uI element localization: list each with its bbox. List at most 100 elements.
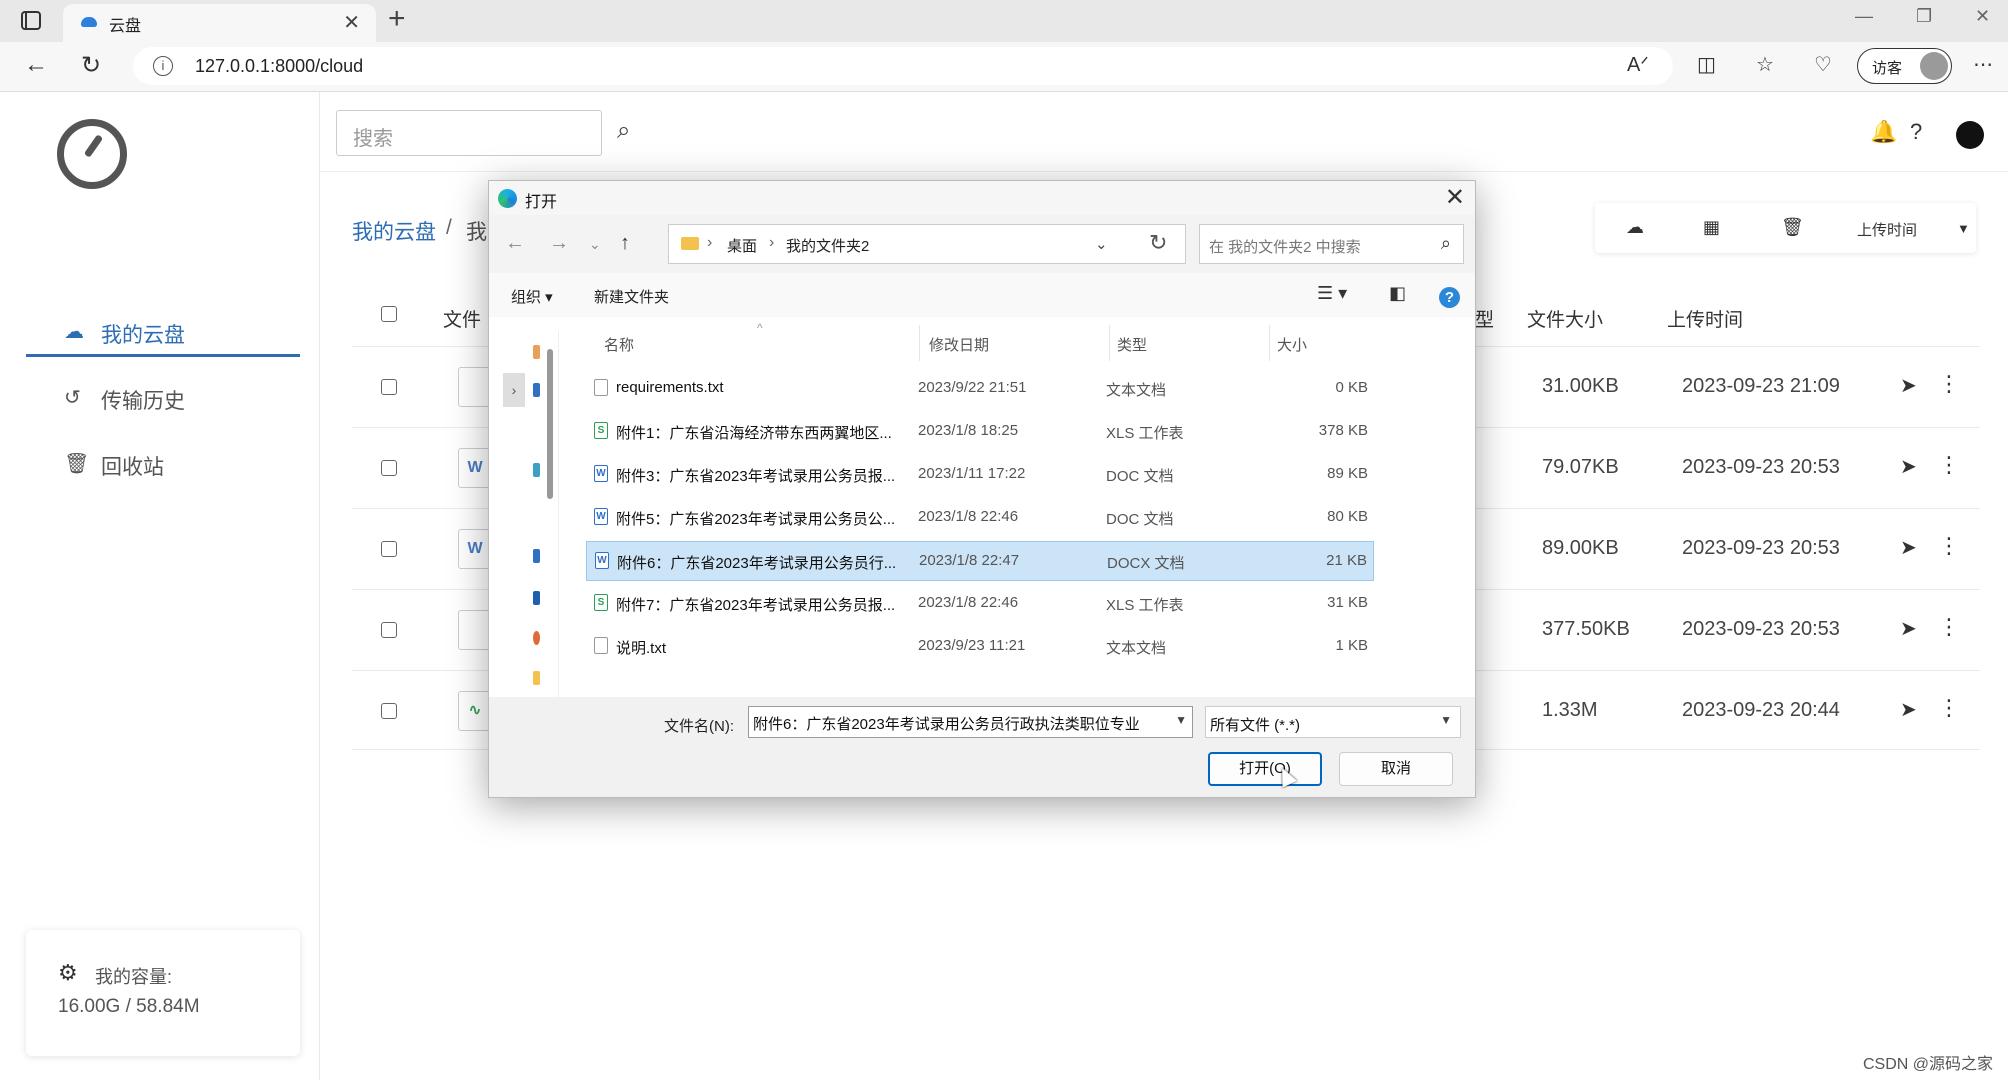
column-header-size[interactable]: 大小 — [1277, 334, 1307, 355]
breadcrumb-root[interactable]: 我的云盘 — [352, 216, 436, 246]
up-folder-icon[interactable]: ↑ — [620, 232, 630, 255]
column-header-name: 文件 — [443, 310, 482, 331]
gauge-logo-icon — [57, 119, 127, 189]
restore-icon[interactable]: ❐ — [1916, 6, 1932, 27]
share-send-icon[interactable]: ➤ — [1900, 616, 1917, 641]
refresh-icon[interactable]: ↻ — [1149, 230, 1167, 256]
path-dropdown-icon[interactable]: ⌄ — [1095, 235, 1108, 253]
new-tab-icon[interactable]: + — [388, 2, 406, 36]
column-divider[interactable] — [1109, 325, 1110, 361]
filename-input[interactable]: 附件6：广东省2023年考试录用公务员行政执法类职位专业 ▼ — [748, 706, 1193, 738]
organize-button[interactable]: 组织 ▾ — [511, 286, 553, 307]
file-list-item[interactable]: S 附件1：广东省沿海经济带东西两翼地区... 2023/1/8 18:25 X… — [586, 412, 1374, 452]
grid-view-icon[interactable]: ▦ — [1703, 217, 1720, 238]
caret-down-icon[interactable]: ▼ — [1957, 221, 1970, 236]
dialog-close-icon[interactable]: ✕ — [1445, 183, 1465, 212]
more-vertical-icon[interactable]: ⋮ — [1938, 452, 1960, 478]
column-divider[interactable] — [1269, 325, 1270, 361]
watermark: CSDN @源码之家 — [1862, 1056, 1993, 1073]
open-button[interactable]: 打开(O) — [1208, 752, 1322, 786]
row-checkbox[interactable] — [381, 703, 397, 719]
select-all-checkbox[interactable] — [381, 306, 397, 322]
browser-essentials-icon[interactable]: ♡ — [1814, 52, 1832, 77]
dialog-back-icon[interactable]: ← — [505, 232, 525, 255]
split-screen-icon[interactable]: ◫ — [1697, 52, 1716, 77]
dialog-forward-icon[interactable]: → — [549, 232, 569, 255]
view-options-icon[interactable]: ☰ ▾ — [1317, 283, 1347, 304]
row-checkbox[interactable] — [381, 622, 397, 638]
delete-icon[interactable]: 🗑 — [1781, 217, 1804, 238]
path-breadcrumb[interactable]: › 桌面 › 我的文件夹2 ⌄ ↻ — [668, 224, 1186, 264]
image-icon: ∿ — [458, 691, 492, 731]
row-time: 2023-09-23 20:53 — [1682, 456, 1840, 478]
expand-chevron-icon[interactable]: › — [503, 373, 525, 407]
file-icon — [458, 367, 492, 407]
share-send-icon[interactable]: ➤ — [1900, 373, 1917, 398]
breadcrumb-current[interactable]: 我 — [466, 216, 487, 246]
more-vertical-icon[interactable]: ⋮ — [1938, 371, 1960, 397]
more-vertical-icon[interactable]: ⋮ — [1938, 614, 1960, 640]
tab-close-icon[interactable]: ✕ — [343, 10, 360, 35]
path-segment[interactable]: 桌面 — [727, 235, 757, 256]
bell-icon[interactable]: 🔔 — [1870, 119, 1897, 145]
cancel-button[interactable]: 取消 — [1339, 752, 1453, 786]
search-icon[interactable]: ⌕ — [617, 117, 630, 145]
more-vertical-icon[interactable]: ⋮ — [1938, 695, 1960, 721]
tab-actions-icon[interactable] — [21, 11, 41, 30]
dialog-search-input[interactable]: 在 我的文件夹2 中搜索 ⌕ — [1199, 224, 1464, 264]
chevron-down-icon[interactable]: ▼ — [1175, 713, 1187, 727]
dialog-title: 打开 — [525, 194, 558, 211]
column-header-name[interactable]: 名称 — [604, 334, 634, 355]
sidebar-item-recycle-bin[interactable]: 🗑 回收站 — [26, 439, 300, 489]
file-date: 2023/9/23 11:21 — [918, 637, 1026, 654]
help-icon[interactable]: ? — [1439, 287, 1460, 308]
share-send-icon[interactable]: ➤ — [1900, 535, 1917, 560]
file-date: 2023/1/8 22:46 — [918, 508, 1019, 525]
sidebar-item-transfer-history[interactable]: ↺ 传输历史 — [26, 373, 300, 423]
file-list-item-selected[interactable]: W 附件6：广东省2023年考试录用公务员行... 2023/1/8 22:47… — [586, 541, 1374, 581]
more-vertical-icon[interactable]: ⋮ — [1938, 533, 1960, 559]
window-close-icon[interactable]: ✕ — [1975, 6, 1990, 27]
site-info-icon[interactable]: i — [153, 56, 173, 76]
file-list-item[interactable]: S 附件7：广东省2023年考试录用公务员报... 2023/1/8 22:46… — [586, 584, 1374, 624]
row-checkbox[interactable] — [381, 541, 397, 557]
sort-select[interactable]: 上传时间 — [1857, 219, 1917, 240]
navigation-scrollbar[interactable] — [547, 349, 553, 499]
sidebar-item-my-cloud[interactable]: ☁ 我的云盘 — [26, 307, 300, 357]
open-file-dialog: 打开 ✕ ← → ⌄ ↑ › 桌面 › 我的文件夹2 ⌄ ↻ 在 我的文件夹2 … — [488, 180, 1476, 798]
file-size: 31 KB — [1327, 594, 1368, 611]
profile-button[interactable]: 访客 — [1857, 48, 1952, 84]
filetype-select[interactable]: 所有文件 (*.*) ▼ — [1205, 706, 1461, 738]
file-type: DOC 文档 — [1106, 511, 1174, 528]
share-send-icon[interactable]: ➤ — [1900, 454, 1917, 479]
reload-icon[interactable]: ↻ — [81, 51, 101, 80]
preview-pane-icon[interactable]: ◧ — [1389, 283, 1406, 304]
column-divider[interactable] — [919, 325, 920, 361]
url-field[interactable]: i 127.0.0.1:8000/cloud — [133, 47, 1673, 85]
user-icon[interactable] — [1956, 121, 1984, 149]
row-checkbox[interactable] — [381, 379, 397, 395]
more-menu-icon[interactable]: ⋯ — [1973, 52, 1993, 77]
chevron-down-icon[interactable]: ▼ — [1440, 713, 1452, 727]
help-icon[interactable]: ? — [1910, 119, 1922, 145]
share-send-icon[interactable]: ➤ — [1900, 697, 1917, 722]
read-aloud-icon[interactable]: Aᐟ — [1627, 52, 1649, 77]
file-list-item[interactable]: W 附件5：广东省2023年考试录用公务员公... 2023/1/8 22:46… — [586, 498, 1374, 538]
search-input[interactable]: 搜索 — [336, 110, 602, 156]
file-name: 附件7：广东省2023年考试录用公务员报... — [616, 597, 896, 614]
new-folder-button[interactable]: 新建文件夹 — [594, 286, 669, 307]
file-size: 0 KB — [1335, 379, 1368, 396]
path-segment[interactable]: 我的文件夹2 — [786, 235, 869, 256]
back-icon[interactable]: ← — [24, 51, 48, 79]
file-list-item[interactable]: 说明.txt 2023/9/23 11:21 文本文档 1 KB — [586, 627, 1374, 667]
recent-locations-icon[interactable]: ⌄ — [589, 236, 601, 253]
minimize-icon[interactable]: — — [1855, 6, 1873, 27]
upload-cloud-icon[interactable]: ☁ — [1626, 217, 1644, 238]
column-header-type[interactable]: 类型 — [1117, 334, 1147, 355]
browser-tab[interactable]: 云盘 ✕ — [63, 4, 376, 42]
favorites-icon[interactable]: ☆ — [1756, 52, 1774, 77]
file-list-item[interactable]: requirements.txt 2023/9/22 21:51 文本文档 0 … — [586, 369, 1374, 409]
column-header-date[interactable]: 修改日期 — [929, 334, 989, 355]
file-list-item[interactable]: W 附件3：广东省2023年考试录用公务员报... 2023/1/11 17:2… — [586, 455, 1374, 495]
row-checkbox[interactable] — [381, 460, 397, 476]
